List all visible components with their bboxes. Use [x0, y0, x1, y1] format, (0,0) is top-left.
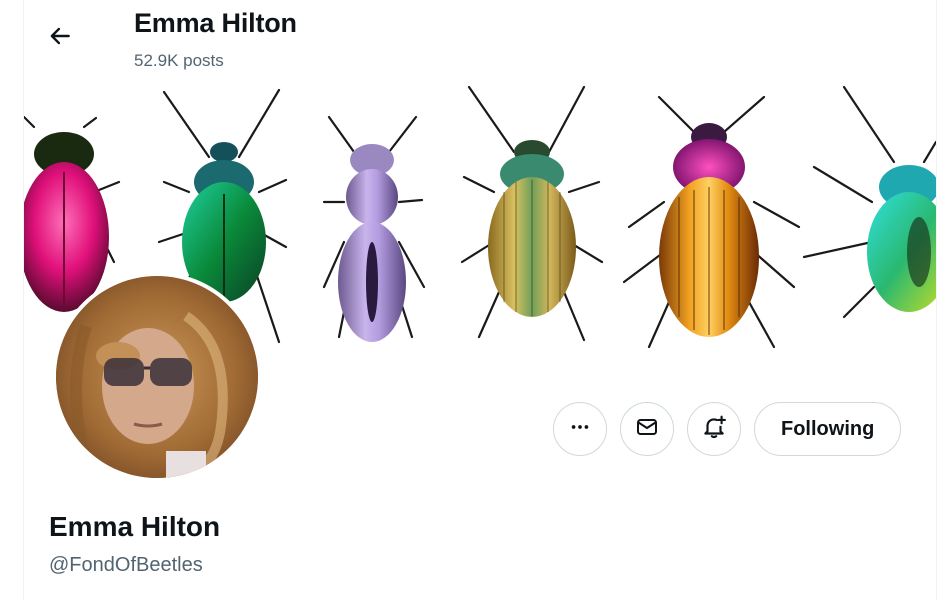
avatar[interactable] [52, 272, 262, 482]
profile-actions: Following [553, 402, 902, 456]
profile-photo [56, 276, 258, 478]
right-divider [936, 0, 937, 600]
bell-plus-icon [701, 414, 727, 445]
posts-count: 52.9K posts [134, 51, 224, 70]
back-button[interactable] [40, 18, 80, 58]
page-title: Emma Hilton [134, 8, 297, 38]
envelope-icon [635, 415, 659, 444]
more-icon [569, 416, 591, 443]
following-button[interactable]: Following [754, 402, 902, 456]
more-button[interactable] [553, 402, 607, 456]
profile-display-name: Emma Hilton [49, 511, 221, 542]
profile-handle: @FondOfBeetles [49, 554, 203, 576]
arrow-left-icon [47, 23, 73, 54]
notify-button[interactable] [687, 402, 741, 456]
message-button[interactable] [620, 402, 674, 456]
